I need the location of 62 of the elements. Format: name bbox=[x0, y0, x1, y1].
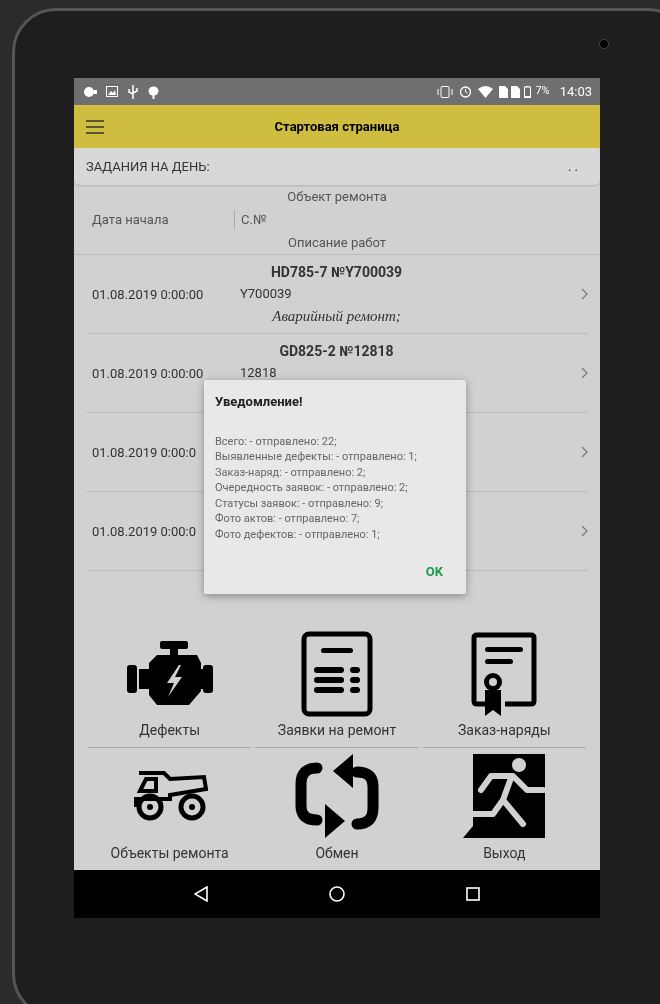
more-button[interactable]: . . bbox=[567, 156, 588, 177]
engine-icon bbox=[126, 641, 213, 707]
exit-sign-icon bbox=[463, 753, 546, 838]
page-title: Стартовая страница bbox=[274, 117, 400, 136]
clock-time: 14:03 bbox=[559, 82, 592, 101]
dialog-text-line: Фото актов: - отправлено: 7; bbox=[215, 511, 361, 527]
tile-label: Дефекты bbox=[139, 721, 200, 740]
document-icon bbox=[301, 631, 373, 717]
start-date: 01.08.2019 0:00:00 bbox=[92, 287, 204, 302]
battery-percent: 7% bbox=[535, 83, 550, 100]
work-description: Аварийный ремонт; bbox=[272, 306, 401, 326]
tile-label: Обмен bbox=[315, 844, 359, 863]
repair-object: HD785-7 №Y700039 bbox=[270, 262, 403, 282]
dialog-text-line: Заказ-наряд: - отправлено: 2; bbox=[215, 464, 367, 480]
dialog-text-line: Всего: - отправлено: 22; bbox=[215, 433, 338, 449]
sim-icon bbox=[499, 85, 509, 98]
chevron-right-icon bbox=[581, 367, 588, 379]
recents-icon[interactable] bbox=[465, 887, 480, 901]
start-date: 01.08.2019 0:00:0 bbox=[92, 524, 197, 539]
camera-icon bbox=[599, 39, 609, 49]
tile-label: Заявки на ремонт bbox=[277, 721, 397, 740]
dump-truck-icon bbox=[131, 770, 208, 821]
tasks-header-label: ЗАДАНИЯ НА ДЕНЬ: bbox=[86, 157, 210, 176]
wifi-icon bbox=[478, 85, 494, 98]
menu-tile[interactable]: Дефекты bbox=[88, 628, 252, 748]
image-icon bbox=[106, 86, 118, 97]
repair-object: GD825-2 №12818 bbox=[279, 341, 394, 361]
menu-tile[interactable]: Выход bbox=[422, 748, 586, 866]
certificate-icon bbox=[471, 632, 538, 716]
home-icon[interactable] bbox=[329, 886, 345, 902]
start-date: 01.08.2019 0:00:0 bbox=[92, 445, 197, 460]
menu-tile[interactable]: Заказ-наряды bbox=[422, 628, 586, 748]
battery-icon bbox=[524, 85, 532, 98]
column-header: Описание работ bbox=[287, 233, 386, 252]
menu-tile[interactable]: Обмен bbox=[255, 748, 419, 866]
column-header: Объект ремонта bbox=[287, 187, 387, 206]
task-row[interactable]: HD785-7 №Y700039 01.08.2019 0:00:00 Y700039 Аварийный ремонт; bbox=[86, 255, 588, 334]
alarm-icon bbox=[459, 85, 473, 98]
sim-icon bbox=[511, 85, 521, 98]
column-header: Дата начала bbox=[92, 210, 170, 229]
dialog-text-line: Фото дефектов: - отправлено: 1; bbox=[215, 526, 381, 542]
back-icon[interactable] bbox=[194, 886, 209, 902]
chevron-right-icon bbox=[581, 525, 588, 537]
column-header: С.№ bbox=[234, 209, 267, 230]
vibrate-icon bbox=[437, 85, 454, 98]
chevron-right-icon bbox=[581, 446, 588, 458]
serial-number: 12818 bbox=[240, 364, 277, 383]
sync-icon bbox=[295, 753, 379, 838]
tile-label: Объекты ремонта bbox=[110, 844, 229, 863]
dialog-text-line: Очередность заявок: - отправлено: 2; bbox=[215, 480, 409, 496]
tile-label: Выход bbox=[483, 844, 526, 863]
menu-icon[interactable] bbox=[86, 119, 104, 134]
serial-number: Y700039 bbox=[240, 285, 292, 304]
start-date: 01.08.2019 0:00:00 bbox=[92, 366, 204, 381]
dialog-text-line: Выявленные дефекты: - отправлено: 1; bbox=[215, 449, 418, 465]
tile-label: Заказ-наряды bbox=[458, 721, 551, 740]
menu-tile[interactable]: Объекты ремонта bbox=[88, 748, 252, 866]
chevron-right-icon bbox=[581, 288, 588, 300]
usb-icon bbox=[128, 84, 138, 99]
dialog-title: Уведомление! bbox=[215, 393, 304, 411]
menu-tile[interactable]: Заявки на ремонт bbox=[255, 628, 419, 748]
dialog-text-line: Статусы заявок: - отправлено: 9; bbox=[215, 495, 384, 511]
